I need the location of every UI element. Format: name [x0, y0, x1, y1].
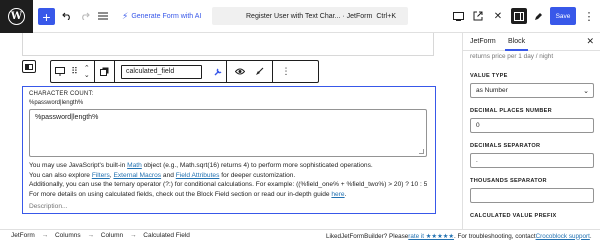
close-sidebar-icon[interactable]: ✕ — [586, 36, 594, 47]
eye-icon[interactable] — [235, 68, 245, 75]
rate-link[interactable]: rate it ★★★★★ — [408, 233, 454, 240]
value-type-value: as Number — [476, 87, 508, 94]
command-shortcut: Ctrl+K — [376, 12, 396, 20]
block-type-icon[interactable] — [22, 60, 36, 73]
breadcrumb-item-jetform[interactable]: JetForm — [11, 232, 35, 239]
wordpress-logo-icon[interactable]: W — [0, 0, 33, 33]
decimal-places-label: DECIMAL PLACES NUMBER — [470, 108, 553, 114]
drag-handle-icon[interactable]: ⠿ — [71, 66, 78, 77]
move-arrows: ⌃ ⌄ — [84, 65, 90, 79]
copy-icon[interactable] — [100, 67, 109, 76]
guide-link[interactable]: here — [331, 191, 344, 198]
undo-icon[interactable] — [60, 9, 74, 23]
breadcrumb-separator: → — [87, 232, 94, 239]
close-icon[interactable]: ✕ — [491, 9, 505, 23]
copy-group — [95, 61, 115, 82]
formula-text: %password|length% — [35, 114, 99, 121]
options-more-icon[interactable]: ⋮ — [282, 66, 291, 77]
formula-textarea[interactable]: %password|length% — [29, 109, 427, 157]
help-line-2: You can also explore Filters, External M… — [29, 171, 296, 179]
more-vertical-icon[interactable]: ⋮ — [582, 9, 596, 23]
previous-block[interactable] — [22, 33, 434, 56]
brand-name: JetFormBuilder — [341, 232, 384, 240]
breadcrumb-separator: → — [129, 232, 137, 239]
field-name-group: calculated_field — [115, 61, 227, 82]
sidebar-toggle-icon[interactable] — [511, 8, 527, 24]
block-settings: returns price per 1 day / night VALUE TY… — [470, 52, 594, 219]
help-line-1: You may use JavaScript's built-in Math o… — [29, 162, 373, 169]
help-line-4: For more details on using calculated fie… — [29, 191, 347, 199]
math-link[interactable]: Math — [127, 162, 142, 169]
wrench-icon[interactable] — [214, 67, 223, 76]
thousands-separator-label: THOUSANDS SEPARATOR — [470, 178, 547, 184]
list-view-icon[interactable] — [96, 9, 110, 23]
footer-feedback: Liked JetFormBuilder? Please rate it ★★★… — [326, 232, 592, 240]
decimals-separator-label: DECIMALS SEPARATOR — [470, 143, 541, 149]
external-macros-link[interactable]: External Macros — [113, 172, 161, 179]
broom-icon[interactable] — [255, 67, 264, 76]
thousands-separator-input[interactable] — [470, 188, 594, 203]
help-line-3: Additionally, you can use the ternary op… — [29, 181, 428, 189]
redo-icon[interactable] — [78, 9, 92, 23]
save-button[interactable]: Save — [550, 7, 576, 25]
support-link[interactable]: Crocoblock support — [536, 233, 590, 240]
add-block-button[interactable]: + — [38, 8, 55, 25]
block-breadcrumb-bar: JetForm → Columns → Column → Calculated … — [0, 229, 600, 241]
generate-form-ai-button[interactable]: ⚡ Generate Form with AI — [122, 11, 201, 22]
value-type-label: VALUE TYPE — [470, 73, 508, 79]
view-icon[interactable] — [451, 9, 465, 23]
document-bar[interactable]: Register User with Text Char... · JetFor… — [212, 7, 408, 25]
breadcrumb-item-column[interactable]: Column — [101, 232, 123, 239]
resize-handle-icon[interactable] — [419, 149, 424, 154]
chevron-down-icon: ⌄ — [583, 88, 589, 95]
block-switcher-group: ⠿ ⌃ ⌄ — [51, 61, 95, 82]
move-up-icon[interactable]: ⌃ — [84, 65, 90, 72]
value-type-select[interactable]: as Number ⌄ — [470, 83, 594, 98]
editor-canvas: ⠿ ⌃ ⌄ calculated_field ⋮ CHARACTER COUNT… — [0, 33, 462, 229]
filters-link[interactable]: Filters — [92, 172, 110, 179]
move-down-icon[interactable]: ⌄ — [84, 72, 90, 79]
sidebar-tabs: JetForm Block ✕ — [463, 33, 600, 51]
field-label: CHARACTER COUNT: — [29, 91, 94, 97]
tab-block[interactable]: Block — [504, 33, 529, 51]
breadcrumb-separator: → — [41, 232, 49, 239]
external-link-icon[interactable] — [471, 9, 485, 23]
options-group: ⋮ — [273, 61, 299, 82]
settings-sidebar: JetForm Block ✕ returns price per 1 day … — [462, 33, 600, 229]
decimals-separator-input[interactable]: . — [470, 153, 594, 168]
wand-icon: ⚡ — [122, 11, 129, 21]
visibility-group — [227, 61, 273, 82]
breadcrumb-item-columns[interactable]: Columns — [55, 232, 81, 239]
description-field[interactable]: Description... — [29, 203, 429, 210]
document-title: Register User with Text Char... · JetFor… — [246, 12, 373, 20]
tab-jetform[interactable]: JetForm — [470, 33, 496, 51]
calculator-field-icon[interactable] — [55, 67, 66, 76]
formula-preview: %password|length% — [29, 100, 84, 106]
prefix-label: CALCULATED VALUE PREFIX — [470, 213, 557, 219]
formula-help: You may use JavaScript's built-in Math o… — [29, 161, 429, 200]
breadcrumb: JetForm → Columns → Column → Calculated … — [11, 232, 190, 239]
field-attributes-link[interactable]: Field Attributes — [176, 172, 220, 179]
styles-pen-icon[interactable] — [531, 9, 545, 23]
decimal-places-input[interactable]: 0 — [470, 118, 594, 133]
previous-setting-text: returns price per 1 day / night — [470, 53, 554, 60]
breadcrumb-item-calculated-field[interactable]: Calculated Field — [143, 232, 190, 239]
block-toolbar: ⠿ ⌃ ⌄ calculated_field ⋮ — [50, 60, 319, 83]
editor-header: W + ⚡ Generate Form with AI Register Use… — [0, 0, 600, 33]
calculated-field-block[interactable]: CHARACTER COUNT: %password|length% %pass… — [22, 86, 436, 214]
field-name-input[interactable]: calculated_field — [121, 64, 202, 79]
